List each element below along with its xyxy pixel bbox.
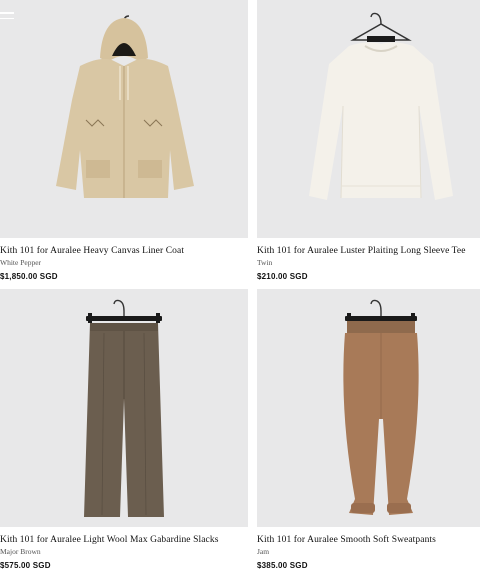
product-image[interactable] (257, 0, 480, 238)
product-card[interactable]: Kith 101 for Auralee Luster Plaiting Lon… (257, 0, 480, 282)
product-price: $385.00 SGD (257, 561, 308, 570)
long-sleeve-tee-icon (309, 12, 453, 201)
product-card[interactable]: Kith 101 for Auralee Smooth Soft Sweatpa… (257, 289, 480, 571)
product-name[interactable]: Kith 101 for Auralee Smooth Soft Sweatpa… (257, 534, 480, 546)
product-name[interactable]: Kith 101 for Auralee Light Wool Max Gaba… (0, 534, 248, 546)
product-price: $1,850.00 SGD (0, 272, 58, 281)
product-name[interactable]: Kith 101 for Auralee Heavy Canvas Liner … (0, 245, 248, 257)
product-card[interactable]: Kith 101 for Auralee Light Wool Max Gaba… (0, 289, 248, 571)
slacks-icon (84, 299, 164, 517)
menu-icon[interactable] (0, 12, 14, 22)
product-name[interactable]: Kith 101 for Auralee Luster Plaiting Lon… (257, 245, 480, 257)
product-color: Jam (257, 547, 270, 556)
coat-icon (56, 15, 194, 198)
product-color: Twin (257, 258, 273, 267)
product-color: White Pepper (0, 258, 42, 267)
product-card[interactable]: Kith 101 for Auralee Heavy Canvas Liner … (0, 0, 248, 282)
product-image[interactable] (257, 289, 480, 527)
product-price: $210.00 SGD (257, 272, 308, 281)
product-color: Major Brown (0, 547, 41, 556)
product-image[interactable] (0, 0, 248, 238)
product-image[interactable] (0, 289, 248, 527)
product-price: $575.00 SGD (0, 561, 51, 570)
sweatpants-icon (343, 299, 419, 515)
